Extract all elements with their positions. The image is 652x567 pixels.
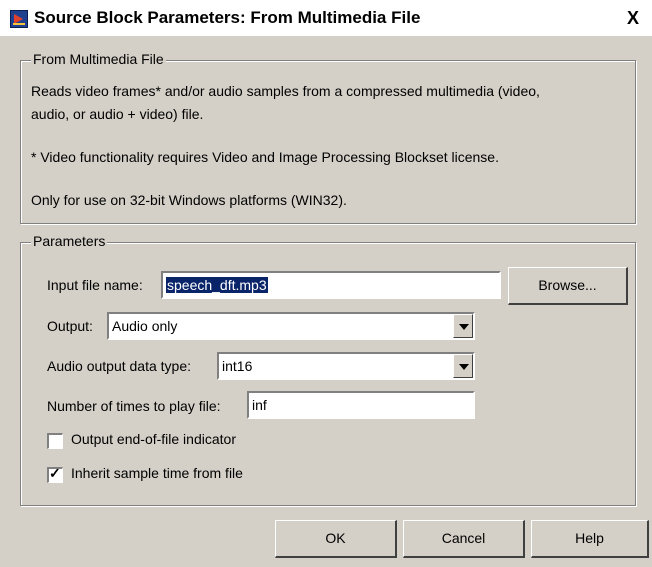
inherit-label[interactable]: Inherit sample time from file bbox=[71, 465, 243, 481]
play-times-value: inf bbox=[252, 397, 267, 413]
audio-type-dropdown-icon[interactable] bbox=[453, 354, 473, 378]
description-group-legend: From Multimedia File bbox=[31, 51, 166, 67]
audio-type-value: int16 bbox=[222, 358, 253, 374]
parameters-group-legend: Parameters bbox=[31, 233, 108, 249]
platform-note: Only for use on 32-bit Windows platforms… bbox=[31, 192, 347, 208]
check-mark-icon: ✓ bbox=[49, 465, 61, 481]
cancel-button[interactable]: Cancel bbox=[403, 520, 525, 558]
parameters-group: Parameters Input file name: speech_dft.m… bbox=[20, 233, 636, 506]
inherit-checkbox[interactable]: ✓ bbox=[47, 465, 63, 483]
output-dropdown-icon[interactable] bbox=[453, 314, 473, 338]
title-bar: Source Block Parameters: From Multimedia… bbox=[0, 0, 652, 36]
input-file-field[interactable]: speech_dft.mp3 bbox=[161, 271, 501, 299]
simulink-block-icon bbox=[10, 10, 28, 28]
close-icon[interactable]: X bbox=[622, 8, 644, 28]
description-line-2: audio, or audio + video) file. bbox=[31, 106, 204, 122]
audio-type-select[interactable]: int16 bbox=[217, 352, 475, 380]
output-select[interactable]: Audio only bbox=[107, 312, 475, 340]
description-line-1: Reads video frames* and/or audio samples… bbox=[31, 83, 540, 99]
output-label: Output: bbox=[47, 318, 93, 334]
audio-type-label: Audio output data type: bbox=[47, 358, 191, 374]
eof-label[interactable]: Output end-of-file indicator bbox=[71, 431, 236, 447]
window-title: Source Block Parameters: From Multimedia… bbox=[34, 8, 421, 27]
ok-button[interactable]: OK bbox=[275, 520, 397, 558]
play-times-field[interactable]: inf bbox=[247, 391, 475, 419]
browse-button[interactable]: Browse... bbox=[508, 267, 628, 305]
license-note: * Video functionality requires Video and… bbox=[31, 149, 499, 165]
input-file-value: speech_dft.mp3 bbox=[166, 277, 268, 293]
play-times-label: Number of times to play file: bbox=[47, 398, 221, 414]
help-button[interactable]: Help bbox=[531, 520, 649, 558]
eof-checkbox[interactable] bbox=[47, 433, 63, 449]
description-group: From Multimedia File Reads video frames*… bbox=[20, 51, 636, 224]
output-value: Audio only bbox=[112, 318, 178, 334]
input-file-label: Input file name: bbox=[47, 277, 143, 293]
